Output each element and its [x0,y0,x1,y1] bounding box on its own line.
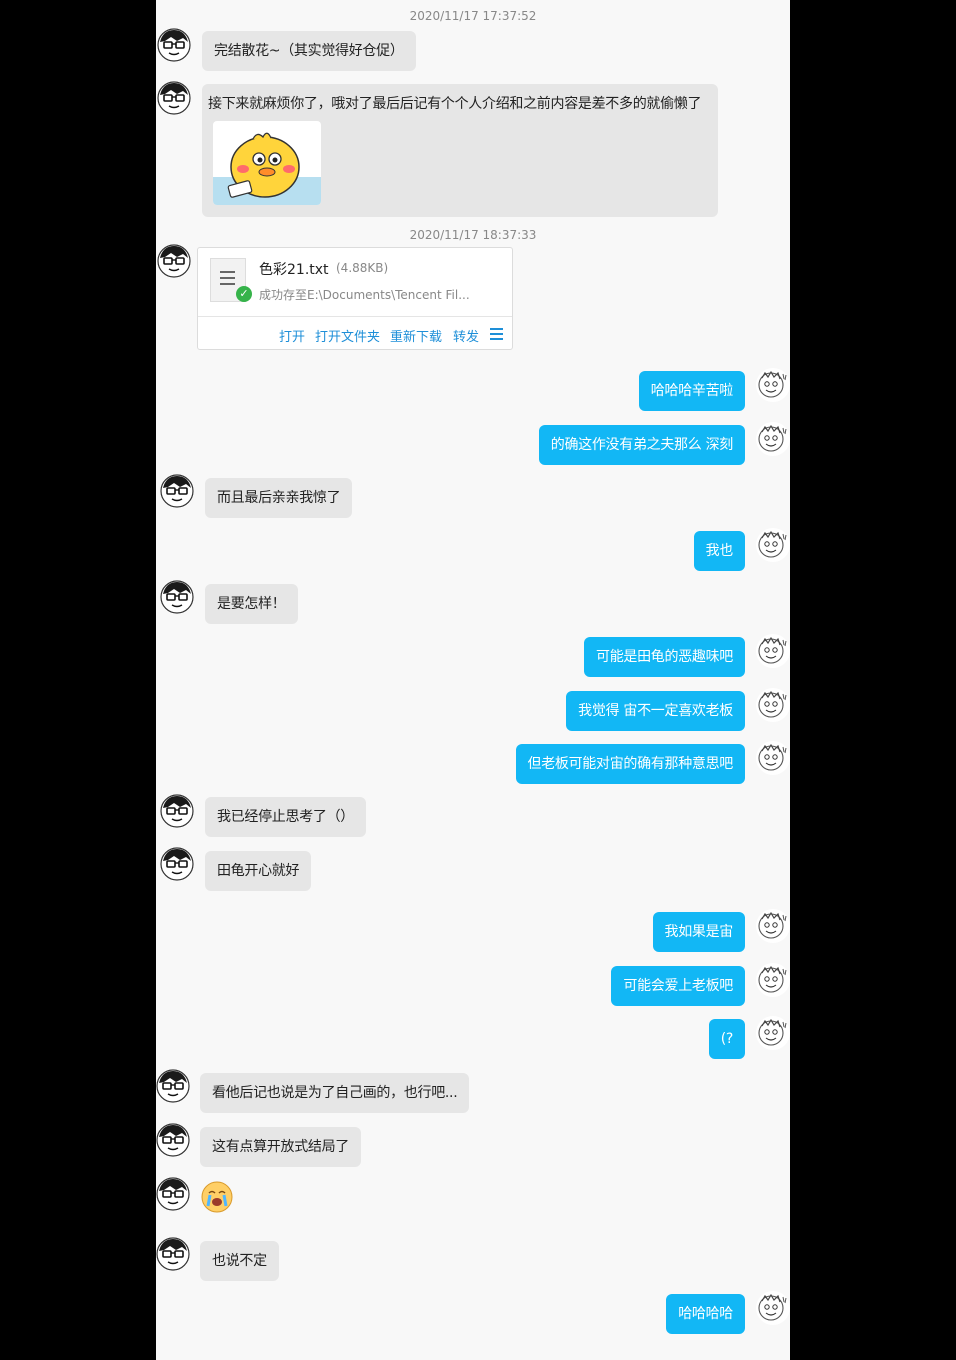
self-avatar[interactable] [756,741,790,775]
file-card[interactable]: ✓ 色彩21.txt (4.88KB) 成功存至E:\Documents\Ten… [197,247,513,350]
message-bubble: 看他后记也说是为了自己画的，也行吧... [200,1073,470,1113]
contact-avatar[interactable] [156,1123,190,1157]
chat-panel: 2020/11/17 17:37:52 完结散花~（其实觉得好仓促） 接下来就麻… [156,0,790,1360]
message-bubble: 我觉得 宙不一定喜欢老板 [566,691,745,731]
message-bubble: 田龟开心就好 [205,851,312,891]
self-avatar[interactable] [756,909,790,943]
file-name: 色彩21.txt [259,262,329,278]
self-avatar[interactable] [756,688,790,722]
message-bubble: 哈哈哈哈 [666,1294,745,1334]
message-bubble: 完结散花~（其实觉得好仓促） [202,31,416,71]
redownload-link[interactable]: 重新下载 [390,326,442,345]
message-bubble: 可能会爱上老板吧 [611,966,745,1006]
file-size: (4.88KB) [336,261,389,275]
self-avatar[interactable] [756,1016,790,1050]
message-bubble: 这有点算开放式结局了 [200,1127,361,1167]
message-bubble: 也说不定 [200,1241,279,1281]
message-bubble: (? [708,1019,745,1059]
contact-avatar[interactable] [160,580,194,614]
contact-avatar[interactable] [156,1069,190,1103]
open-file-link[interactable]: 打开 [279,326,305,345]
contact-avatar[interactable] [160,847,194,881]
self-avatar[interactable] [756,1291,790,1325]
contact-avatar[interactable] [157,28,191,62]
contact-avatar[interactable] [157,244,191,278]
contact-avatar[interactable] [156,1177,190,1211]
contact-avatar[interactable] [160,474,194,508]
menu-icon[interactable] [490,328,503,343]
open-folder-link[interactable]: 打开文件夹 [315,326,380,345]
message-bubble: 的确这作没有弟之夫那么 深刻 [538,425,745,465]
contact-avatar[interactable] [156,1237,190,1271]
contact-avatar[interactable] [160,794,194,828]
contact-avatar[interactable] [157,81,191,115]
message-bubble: 我也 [693,531,745,571]
check-icon: ✓ [236,286,252,302]
forward-link[interactable]: 转发 [453,326,479,345]
message-bubble: 我如果是宙 [652,912,745,952]
message-bubble: 我已经停止思考了（） [205,797,366,837]
message-bubble: 哈哈哈辛苦啦 [638,371,745,411]
timestamp: 2020/11/17 17:37:52 [409,9,537,23]
self-avatar[interactable] [756,368,790,402]
message-text: 接下来就麻烦你了，哦对了最后后记有个个人介绍和之前内容是差不多的就偷懒了 [208,96,702,112]
message-bubble: 可能是田龟的恶趣味吧 [584,637,745,677]
self-avatar[interactable] [756,422,790,456]
self-avatar[interactable] [756,528,790,562]
yellow-duck-sticker[interactable] [213,121,321,205]
file-save-status: 成功存至E:\Documents\Tencent Fil... [259,288,470,302]
message-bubble: 但老板可能对宙的确有那种意思吧 [515,744,745,784]
self-avatar[interactable] [756,634,790,668]
divider [198,316,512,317]
self-avatar[interactable] [756,963,790,997]
message-bubble: 是要怎样！ [205,584,298,624]
timestamp: 2020/11/17 18:37:33 [409,228,537,242]
crying-emoji[interactable] [200,1180,234,1214]
message-bubble: 而且最后亲亲我惊了 [205,478,353,518]
